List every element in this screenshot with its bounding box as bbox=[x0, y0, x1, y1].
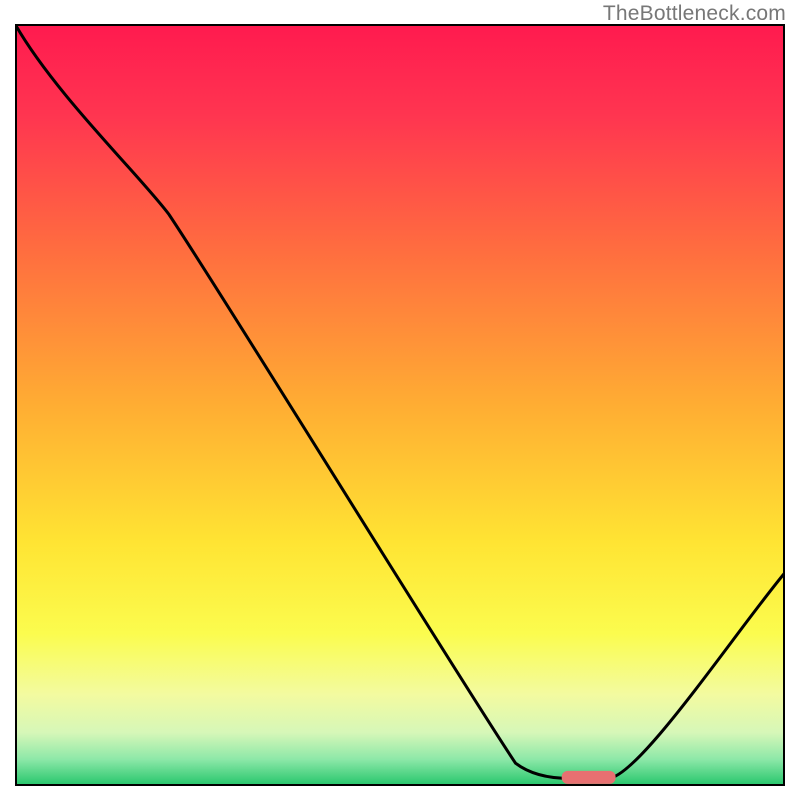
optimal-marker bbox=[562, 771, 616, 784]
chart-container bbox=[15, 24, 785, 786]
watermark-text: TheBottleneck.com bbox=[603, 2, 786, 26]
bottleneck-chart bbox=[15, 24, 785, 786]
chart-background bbox=[15, 24, 785, 786]
